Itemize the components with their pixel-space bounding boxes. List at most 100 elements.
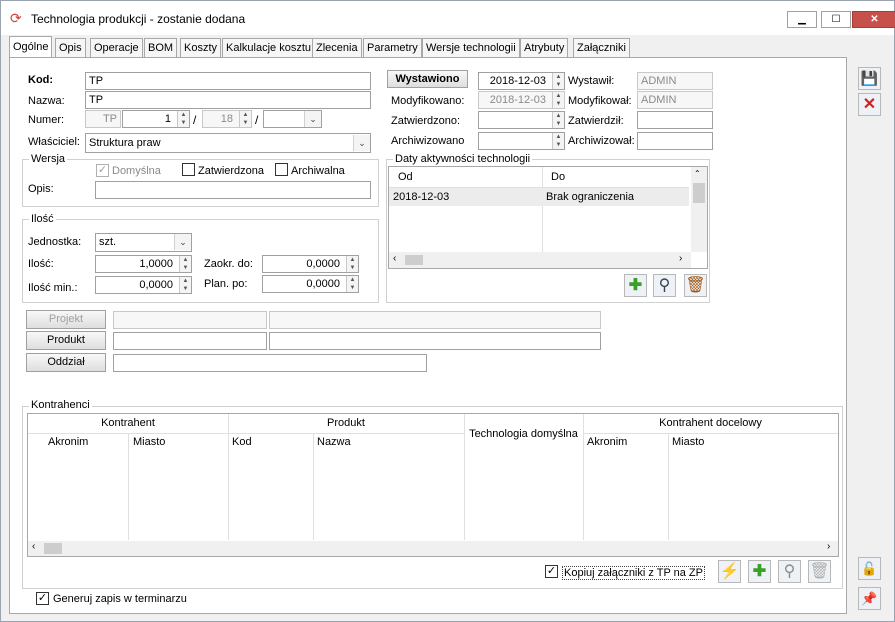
- produkt-button[interactable]: Produkt: [26, 331, 106, 350]
- col-miasto-docelowy[interactable]: Miasto: [672, 436, 704, 448]
- col-akronim[interactable]: Akronim: [48, 436, 88, 448]
- maximize-button[interactable]: ☐: [821, 11, 851, 28]
- tab-zalaczniki[interactable]: Załączniki: [573, 38, 630, 58]
- wystawiono-spin[interactable]: ▲ ▼: [552, 73, 564, 89]
- lightning-icon[interactable]: ⚡: [718, 560, 741, 583]
- wersja-title: Wersja: [29, 153, 68, 165]
- produkt-code[interactable]: [113, 332, 267, 350]
- minimize-button[interactable]: ▁: [787, 11, 817, 28]
- tab-atrybuty[interactable]: Atrybuty: [520, 38, 569, 58]
- col-miasto[interactable]: Miasto: [133, 436, 165, 448]
- group-divider: [28, 433, 228, 434]
- col-kod[interactable]: Kod: [232, 436, 252, 448]
- scroll-right-icon[interactable]: ›: [827, 541, 830, 552]
- scroll-left-icon[interactable]: ‹: [32, 541, 35, 552]
- archiwalna-checkbox[interactable]: [275, 163, 288, 176]
- technologia-domyslna-header[interactable]: Technologia domyślna: [464, 428, 583, 440]
- tab-ogolne[interactable]: Ogólne: [9, 36, 53, 59]
- search-icon[interactable]: ⚲: [653, 274, 676, 297]
- plan-label: Plan. po:: [204, 278, 248, 290]
- col-nazwa[interactable]: Nazwa: [317, 436, 351, 448]
- tab-bom[interactable]: BOM: [144, 38, 178, 58]
- wystawiono-button[interactable]: Wystawiono: [387, 70, 468, 88]
- tab-operacje[interactable]: Operacje: [90, 38, 143, 58]
- daty-od-cell: 2018-12-03: [393, 191, 450, 203]
- numer-part2-spin[interactable]: ▲ ▼: [239, 111, 251, 127]
- zaokr-input[interactable]: 0,0000: [262, 255, 359, 273]
- table-row[interactable]: 2018-12-03 Brak ograniczenia: [389, 188, 689, 206]
- nazwa-input[interactable]: TP: [85, 91, 371, 109]
- add-icon[interactable]: ✚: [624, 274, 647, 297]
- zatwierdzil-label: Zatwierdził:: [568, 115, 624, 127]
- kontrahenci-grid[interactable]: Kontrahent Produkt Technologia domyślna …: [27, 413, 839, 557]
- kopiuj-checkbox[interactable]: ✓: [545, 565, 558, 578]
- scrollbar-thumb[interactable]: [44, 543, 62, 554]
- generuj-label: Generuj zapis w terminarzu: [53, 593, 187, 605]
- tab-parametry[interactable]: Parametry: [363, 38, 422, 58]
- horizontal-scrollbar[interactable]: ‹ ›: [28, 541, 838, 556]
- chevron-down-icon[interactable]: ⌄: [353, 135, 370, 151]
- col-divider: [128, 433, 129, 540]
- save-icon[interactable]: 💾: [858, 67, 881, 90]
- kopiuj-label: Kopiuj załączniki z TP na ZP: [562, 566, 705, 580]
- ilosc-min-input[interactable]: 0,0000: [95, 276, 192, 294]
- scrollbar-thumb[interactable]: [693, 183, 705, 203]
- title-bar: ⟳ Technologia produkcji - zostanie dodan…: [1, 1, 895, 35]
- tab-zlecenia[interactable]: Zlecenia: [312, 38, 362, 58]
- pin-icon[interactable]: 📌: [858, 587, 881, 610]
- add-icon[interactable]: ✚: [748, 560, 771, 583]
- tab-opis[interactable]: Opis: [55, 38, 86, 58]
- daty-title: Daty aktywności technologii: [393, 153, 533, 165]
- produkt-group-header: Produkt: [327, 417, 365, 429]
- numer-separator-1: /: [193, 113, 197, 127]
- close-icon[interactable]: ✕: [858, 93, 881, 116]
- ilosc-min-spin[interactable]: ▲ ▼: [179, 277, 191, 293]
- chevron-down-icon[interactable]: ⌄: [304, 111, 321, 127]
- horizontal-scrollbar[interactable]: ‹ ›: [389, 252, 691, 268]
- kontrahent-docelowy-header: Kontrahent docelowy: [659, 417, 762, 429]
- zatwierdzono-spin[interactable]: ▲ ▼: [552, 112, 564, 128]
- numer-part1-spin[interactable]: ▲ ▼: [177, 111, 189, 127]
- tab-kalkulacje-kosztu[interactable]: Kalkulacje kosztu: [222, 38, 315, 58]
- oddzial-button[interactable]: Oddział: [26, 353, 106, 372]
- scrollbar-thumb[interactable]: [405, 255, 423, 265]
- lock-icon[interactable]: 🔓: [858, 557, 881, 580]
- close-button[interactable]: ✕: [852, 11, 895, 28]
- zaokr-spin[interactable]: ▲ ▼: [346, 256, 358, 272]
- scroll-left-icon[interactable]: ‹: [393, 253, 396, 264]
- search-icon[interactable]: ⚲: [778, 560, 801, 583]
- plan-input[interactable]: 0,0000: [262, 275, 359, 293]
- wlasciciel-combo[interactable]: Struktura praw: [85, 133, 371, 153]
- generuj-checkbox[interactable]: ✓: [36, 592, 49, 605]
- tab-koszty[interactable]: Koszty: [180, 38, 222, 58]
- group-divider: [583, 433, 838, 434]
- vertical-scrollbar[interactable]: ⌃: [691, 167, 707, 252]
- archiwalna-label: Archiwalna: [291, 165, 345, 177]
- tab-wersje-technologii[interactable]: Wersje technologii: [422, 38, 520, 58]
- daty-col-od[interactable]: Od: [398, 171, 413, 183]
- numer-separator-2: /: [255, 113, 259, 127]
- plan-spin[interactable]: ▲ ▼: [346, 276, 358, 292]
- archiwizowano-spin[interactable]: ▲ ▼: [552, 133, 564, 149]
- jednostka-label: Jednostka:: [28, 236, 82, 248]
- oddzial-input[interactable]: [113, 354, 427, 372]
- col-divider: [313, 433, 314, 540]
- daty-grid[interactable]: Od Do 2018-12-03 Brak ograniczenia ⌃ ‹ ›: [388, 166, 708, 269]
- wlasciciel-label: Właściciel:: [28, 136, 80, 148]
- produkt-name[interactable]: [269, 332, 601, 350]
- trash-icon[interactable]: 🗑: [684, 274, 707, 297]
- scroll-up-icon[interactable]: ⌃: [694, 169, 701, 178]
- daty-col-do[interactable]: Do: [551, 171, 565, 183]
- zaokr-label: Zaokr. do:: [204, 258, 253, 270]
- col-akronim-docelowy[interactable]: Akronim: [587, 436, 627, 448]
- modyfikowano-spin: ▲ ▼: [552, 92, 564, 108]
- opis-input[interactable]: [95, 181, 371, 199]
- ilosc-input[interactable]: 1,0000: [95, 255, 192, 273]
- zatwierdzona-checkbox[interactable]: [182, 163, 195, 176]
- chevron-down-icon[interactable]: ⌄: [174, 234, 191, 250]
- archiwizowal-value: [637, 132, 713, 150]
- kod-input[interactable]: TP: [85, 72, 371, 90]
- scroll-right-icon[interactable]: ›: [679, 253, 682, 264]
- ilosc-spin[interactable]: ▲ ▼: [179, 256, 191, 272]
- kontrahent-group-header: Kontrahent: [101, 417, 155, 429]
